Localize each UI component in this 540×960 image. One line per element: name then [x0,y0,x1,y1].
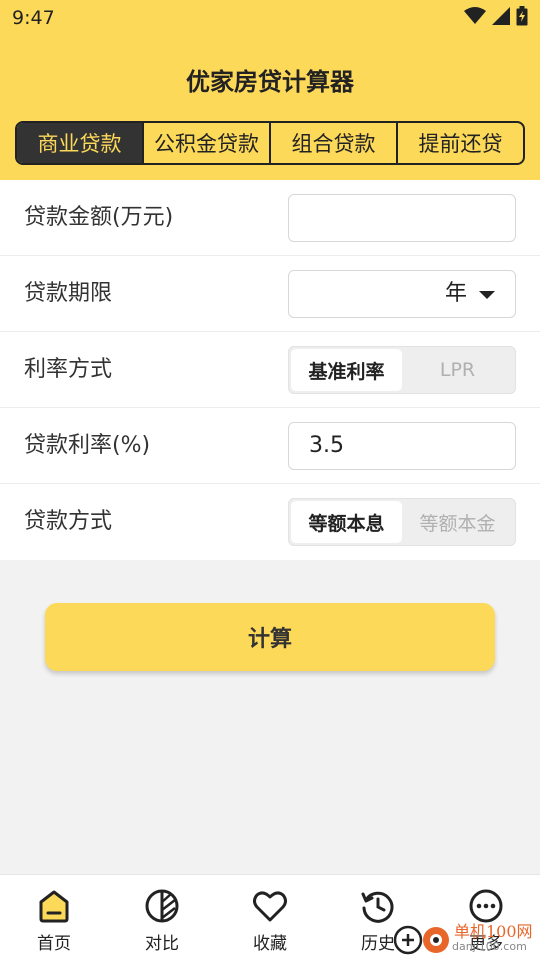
watermark-logo: 单机100网 danji100.com [392,914,540,960]
nav-label-home: 首页 [37,934,71,954]
nav-label-favorites: 收藏 [253,934,287,954]
loan-form: 贷款金额(万元) 贷款期限 年 利率方式 基准利率 LPR 贷款利率(%) 3.… [0,180,540,560]
nav-item-compare[interactable]: 对比 [108,875,216,960]
watermark-icon [393,925,449,955]
tab-provident-fund-loan[interactable]: 公积金贷款 [142,123,269,163]
method-label: 贷款方式 [24,509,113,534]
status-icons [464,6,528,26]
amount-label: 贷款金额(万元) [24,205,174,230]
tab-combined-loan[interactable]: 组合贷款 [269,123,396,163]
form-row-method: 贷款方式 等额本息 等额本金 [0,484,540,560]
form-row-amount: 贷款金额(万元) [0,180,540,256]
rate-label: 贷款利率(%) [24,433,151,458]
rate-mode-benchmark[interactable]: 基准利率 [291,349,402,391]
tab-commercial-loan[interactable]: 商业贷款 [17,123,142,163]
tab-prepayment[interactable]: 提前还贷 [396,123,523,163]
loan-type-tabs: 商业贷款 公积金贷款 组合贷款 提前还贷 [15,121,525,165]
amount-input[interactable] [288,194,516,242]
watermark-subtext: danji100.com [452,940,527,953]
nav-label-compare: 对比 [145,934,179,954]
method-equal-principal[interactable]: 等额本金 [402,501,513,543]
signal-icon [492,7,510,25]
calculate-button[interactable]: 计算 [45,603,495,671]
term-label: 贷款期限 [24,281,113,306]
compare-icon [143,887,181,925]
repayment-method-toggle: 等额本息 等额本金 [288,498,516,546]
app-header: 9:47 优家房贷计算器 商业贷款 公积金贷款 组合贷款 提前还贷 [0,0,540,180]
term-select[interactable]: 年 [288,270,516,318]
form-row-rate: 贷款利率(%) 3.5 [0,408,540,484]
page-title: 优家房贷计算器 [186,68,354,96]
nav-label-history: 历史 [361,934,395,954]
term-select-value: 年 [444,281,467,306]
status-bar: 9:47 [0,0,540,36]
rate-mode-lpr[interactable]: LPR [402,349,513,391]
rate-mode-toggle: 基准利率 LPR [288,346,516,394]
nav-item-favorites[interactable]: 收藏 [216,875,324,960]
form-row-term: 贷款期限 年 [0,256,540,332]
rate-mode-label: 利率方式 [24,357,113,382]
nav-item-home[interactable]: 首页 [0,875,108,960]
home-icon [35,887,73,925]
rate-input[interactable]: 3.5 [288,422,516,470]
battery-icon [516,6,528,26]
form-row-rate-mode: 利率方式 基准利率 LPR [0,332,540,408]
wifi-icon [464,7,486,24]
method-equal-installment[interactable]: 等额本息 [291,501,402,543]
chevron-down-icon [479,291,495,299]
watermark-text: 单机100网 [454,922,533,941]
status-time: 9:47 [12,7,55,29]
heart-icon [251,887,289,925]
